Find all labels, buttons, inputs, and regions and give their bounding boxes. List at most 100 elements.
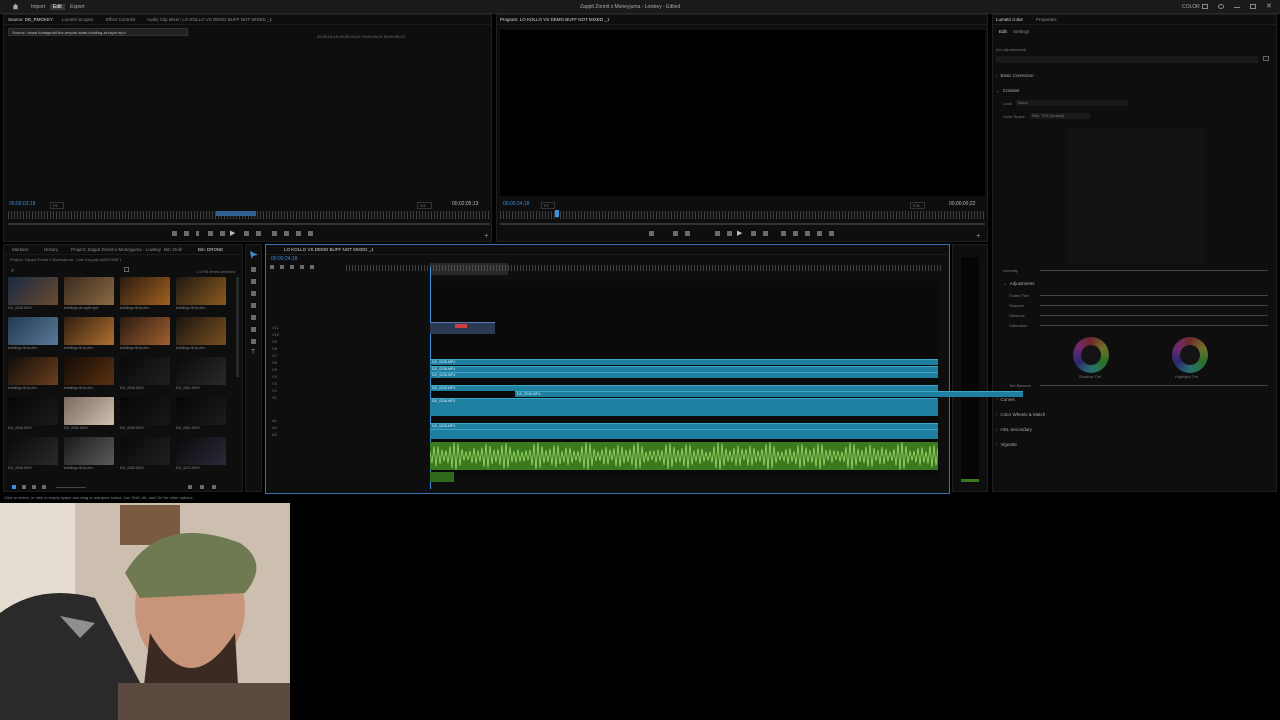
go-to-in-icon[interactable] [715,231,720,236]
tab-source[interactable]: Source: DB_RMOKEY [8,17,53,22]
look-select[interactable]: None [1016,100,1128,106]
bin-clip-thumbnail[interactable] [176,317,226,345]
slip-icon[interactable] [251,303,256,308]
sharpen-slider[interactable] [1040,305,1268,306]
program-zoom-bar[interactable] [500,223,985,225]
export-frame-icon[interactable] [805,231,810,236]
workspace-icon[interactable] [1202,4,1208,9]
lumetri-menu-icon[interactable] [1263,56,1269,61]
section-hsl-secondary[interactable]: › HSL Secondary [996,427,1032,432]
overwrite-icon[interactable] [284,231,289,236]
tab-effect-controls[interactable]: Effect Controls [106,17,135,22]
tab-lumetri-scopes[interactable]: Lumetri Scopes [62,17,93,22]
tint-balance-slider[interactable] [1040,385,1268,386]
intensity-slider[interactable] [1040,270,1268,271]
play-icon[interactable]: ▶ [737,229,742,237]
shadow-tint-wheel[interactable] [1073,337,1109,373]
extract-icon[interactable] [793,231,798,236]
step-back-icon[interactable] [220,231,225,236]
list-view-icon[interactable] [22,485,26,489]
bin-clip-thumbnail[interactable] [120,357,170,385]
hand-icon[interactable] [251,339,256,344]
bin-clip-thumbnail[interactable] [8,437,58,465]
razor-icon[interactable] [251,291,256,296]
add-marker-icon[interactable] [300,265,304,269]
program-time-ruler[interactable] [500,211,985,219]
bin-clip-thumbnail[interactable] [120,277,170,305]
bin-clip-thumbnail[interactable] [8,277,58,305]
bin-clip-thumbnail[interactable] [8,397,58,425]
quick-export-icon[interactable] [1218,4,1224,9]
track-header-label[interactable]: V4 [272,374,277,379]
go-to-in-icon[interactable] [208,231,213,236]
tab-bin-droll[interactable]: Bin: Droll [164,247,182,252]
add-marker-icon[interactable] [649,231,654,236]
menu-import[interactable]: Import [31,4,45,10]
mark-in-icon[interactable] [172,231,177,236]
bin-clip-thumbnail[interactable] [120,397,170,425]
timeline-timecode[interactable]: 00;00;24;18 [271,256,297,262]
bin-clip-thumbnail[interactable] [64,317,114,345]
track-select-icon[interactable] [251,267,256,272]
video-clip-v6[interactable]: DJI_0226.MP4 [430,372,938,378]
new-bin-icon[interactable] [124,267,129,272]
menu-export[interactable]: Export [70,4,84,10]
track-header-label[interactable]: V3 [272,381,277,386]
selection-tool-icon[interactable] [250,251,258,259]
settings-icon[interactable] [308,231,313,236]
rectangle-icon[interactable] [251,327,256,332]
video-clip-v4[interactable]: DJI_0226.MP4 [515,391,1023,397]
program-playhead[interactable] [555,210,559,217]
bin-clip-thumbnail[interactable] [64,277,114,305]
section-curves[interactable]: › Curves [996,397,1015,402]
ripple-edit-icon[interactable] [251,279,256,284]
workspace-label[interactable]: COLOR [1182,4,1200,10]
tab-properties[interactable]: Properties [1036,17,1057,22]
mark-in-icon[interactable] [673,231,678,236]
video-clip-stack[interactable]: DJI_0226.MP4 [430,398,938,416]
bin-clip-thumbnail[interactable] [120,437,170,465]
step-forward-icon[interactable] [244,231,249,236]
pencil-icon[interactable] [12,485,16,489]
tab-bin-drone[interactable]: Bin: DRONE [198,247,223,252]
bin-clip-thumbnail[interactable] [64,397,114,425]
section-vignette[interactable]: › Vignette [996,442,1017,447]
close-icon[interactable]: ✕ [1266,2,1272,10]
program-resolution-select[interactable]: Full [910,202,926,209]
color-space-select[interactable]: Rec. 709 (Default) [1030,113,1090,119]
bin-scrollbar[interactable] [236,277,239,377]
pen-icon[interactable] [251,315,256,320]
vibrance-slider[interactable] [1040,315,1268,316]
lumetri-subtab-settings[interactable]: Settings [1013,29,1029,34]
menu-edit[interactable]: Edit [50,4,65,10]
work-area-bar[interactable] [430,263,508,275]
bin-clip-thumbnail[interactable] [176,357,226,385]
track-header-label[interactable]: A1 [272,418,277,423]
add-button-icon[interactable]: + [484,231,489,240]
program-video-frame[interactable] [500,30,985,196]
audio-clip-a2[interactable] [430,472,454,482]
maximize-icon[interactable] [1250,4,1256,9]
go-to-out-icon[interactable] [256,231,261,236]
adjustments-section[interactable]: ⌄ Adjustments [1003,281,1035,287]
video-clip-v1[interactable] [430,429,938,439]
track-header-label[interactable]: V9 [272,339,277,344]
tab-project[interactable]: Project: Zappit Zonnit x Moneyjuma - Low… [71,247,161,252]
section-creative[interactable]: ⌄ Creative [996,88,1020,94]
look-preview[interactable] [1067,128,1205,264]
track-header-label[interactable]: V5 [272,367,277,372]
track-header-label[interactable]: V2 [272,388,277,393]
bin-clip-thumbnail[interactable] [64,437,114,465]
source-resolution-select[interactable]: 1/4 [417,202,432,209]
bin-clip-thumbnail[interactable] [8,317,58,345]
bin-clip-thumbnail[interactable] [176,437,226,465]
go-to-out-icon[interactable] [763,231,768,236]
track-header-label[interactable]: V10 [272,332,279,337]
tab-audio-clip-mixer[interactable]: Audio Clip Mixer: LO KOLLO VS DEMO BUFF … [147,17,272,22]
audio-clip-a1[interactable] [429,442,939,470]
linked-selection-icon[interactable] [290,265,294,269]
program-fit-select[interactable]: Fit [541,202,556,209]
saturation-slider[interactable] [1040,325,1268,326]
search-icon[interactable]: ⌕ [11,268,14,275]
track-header-label[interactable]: V6 [272,360,277,365]
